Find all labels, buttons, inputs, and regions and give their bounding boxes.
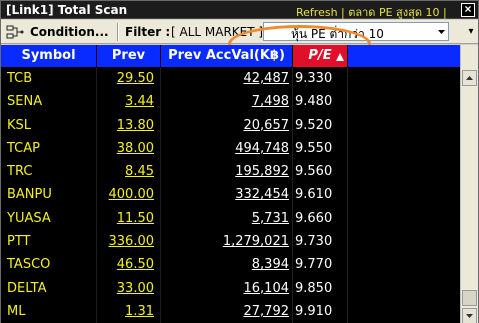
column-header-prev-accval[interactable]: Prev AccVal(K฿) xyxy=(161,45,293,67)
cell-prev-accval: 1,279,021 xyxy=(161,230,293,254)
table-row[interactable]: YUASA 11.50 5,731 9.660 xyxy=(1,206,460,231)
table-row[interactable]: TRC 8.45 195,892 9.560 xyxy=(1,160,460,184)
table-row[interactable]: TCB 29.50 42,487 9.330 xyxy=(1,67,460,91)
cell-symbol: ML xyxy=(1,299,97,323)
grid-header: Symbol Prev Prev AccVal(K฿) P/E xyxy=(1,45,460,67)
column-header-symbol[interactable]: Symbol xyxy=(1,45,97,67)
table-row[interactable]: PTT 336.00 1,279,021 9.730 xyxy=(1,230,460,254)
cell-empty xyxy=(348,90,460,113)
cell-empty xyxy=(348,137,460,160)
cell-prev-accval: 16,104 xyxy=(161,276,293,300)
column-header-pe[interactable]: P/E xyxy=(293,45,348,67)
cell-pe: 9.730 xyxy=(293,230,348,254)
table-row[interactable]: KSL 13.80 20,657 9.520 xyxy=(1,113,460,137)
toolbar-separator xyxy=(117,23,119,41)
window-title: [Link1] Total Scan xyxy=(6,3,128,17)
cell-pe: 9.770 xyxy=(293,253,348,277)
scroll-up-icon[interactable] xyxy=(462,70,477,86)
cell-prev: 1.31 xyxy=(97,299,161,323)
cell-symbol: TASCO xyxy=(1,253,97,277)
cell-empty xyxy=(348,114,460,137)
cell-empty xyxy=(348,253,460,276)
cell-empty xyxy=(348,230,460,253)
cell-prev: 3.44 xyxy=(97,90,161,114)
cell-empty xyxy=(348,183,460,206)
cell-pe: 9.660 xyxy=(293,206,348,231)
sort-ascending-icon xyxy=(336,53,344,61)
cell-prev: 400.00 xyxy=(97,183,161,207)
cell-pe: 9.560 xyxy=(293,160,348,184)
table-row[interactable]: ML 1.31 27,792 9.910 xyxy=(1,299,460,323)
table-row[interactable]: TASCO 46.50 8,394 9.770 xyxy=(1,253,460,277)
close-icon[interactable]: × xyxy=(461,3,475,17)
scroll-thumb[interactable] xyxy=(462,290,477,306)
title-watermark: Refresh | ตลาด PE สูงสุด 10 | xyxy=(296,6,447,19)
table-row[interactable]: BANPU 400.00 332,454 9.610 xyxy=(1,183,460,207)
cell-prev: 29.50 xyxy=(97,67,161,91)
cell-prev-accval: 42,487 xyxy=(161,67,293,91)
toolbar-overflow-button[interactable]: ▾ xyxy=(465,22,477,41)
column-header-prev[interactable]: Prev xyxy=(97,45,161,67)
condition-button[interactable]: Condition... xyxy=(6,22,110,42)
dropdown-arrow-icon[interactable] xyxy=(437,27,446,36)
cell-symbol: BANPU xyxy=(1,183,97,207)
table-row[interactable]: DELTA 33.00 16,104 9.850 xyxy=(1,276,460,300)
cell-symbol: TCAP xyxy=(1,136,97,161)
cell-prev-accval: 7,498 xyxy=(161,90,293,114)
cell-symbol: KSL xyxy=(1,113,97,137)
toolbar: Condition... Filter : [ ALL MARKET ] หุ้… xyxy=(1,20,478,63)
pe-header-label: P/E xyxy=(308,48,332,63)
cell-prev: 38.00 xyxy=(97,136,161,161)
cell-pe: 9.910 xyxy=(293,299,348,323)
cell-prev-accval: 494,748 xyxy=(161,136,293,161)
table-row[interactable]: TCAP 38.00 494,748 9.550 xyxy=(1,136,460,161)
cell-prev: 33.00 xyxy=(97,276,161,300)
table-row[interactable]: SENA 3.44 7,498 9.480 xyxy=(1,90,460,114)
column-header-empty xyxy=(348,45,460,67)
cell-prev: 11.50 xyxy=(97,206,161,231)
scroll-down-icon[interactable] xyxy=(462,308,477,323)
cell-prev: 336.00 xyxy=(97,230,161,254)
cell-pe: 9.480 xyxy=(293,90,348,114)
cell-symbol: TRC xyxy=(1,160,97,184)
cell-prev-accval: 20,657 xyxy=(161,113,293,137)
cell-prev-accval: 332,454 xyxy=(161,183,293,207)
cell-empty xyxy=(348,160,460,183)
cell-pe: 9.550 xyxy=(293,136,348,161)
cell-pe: 9.610 xyxy=(293,183,348,207)
cell-symbol: SENA xyxy=(1,90,97,114)
cell-prev-accval: 5,731 xyxy=(161,206,293,231)
total-scan-window: [Link1] Total Scan Refresh | ตลาด PE สูง… xyxy=(0,0,479,323)
condition-label: Condition... xyxy=(30,25,109,39)
cell-prev: 13.80 xyxy=(97,113,161,137)
cell-empty xyxy=(348,207,460,230)
cell-symbol: TCB xyxy=(1,67,97,91)
cell-prev-accval: 195,892 xyxy=(161,160,293,184)
cell-prev: 8.45 xyxy=(97,160,161,184)
cell-empty xyxy=(348,67,460,90)
cell-empty xyxy=(348,300,460,323)
cell-prev-accval: 8,394 xyxy=(161,253,293,277)
scan-results-grid: Symbol Prev Prev AccVal(K฿) P/E TCB 29.50… xyxy=(1,45,460,323)
cell-empty xyxy=(348,277,460,300)
cell-pe: 9.850 xyxy=(293,276,348,300)
cell-prev: 46.50 xyxy=(97,253,161,277)
cell-pe: 9.520 xyxy=(293,113,348,137)
grid-rows: TCB 29.50 42,487 9.330 SENA 3.44 7,498 9.480 KSL… xyxy=(1,67,460,323)
cell-pe: 9.330 xyxy=(293,67,348,91)
cell-symbol: YUASA xyxy=(1,206,97,231)
vertical-scrollbar[interactable] xyxy=(460,45,478,323)
title-bar: [Link1] Total Scan Refresh | ตลาด PE สูง… xyxy=(1,1,478,19)
filter-label: Filter : xyxy=(125,25,171,39)
cell-prev-accval: 27,792 xyxy=(161,299,293,323)
condition-icon xyxy=(6,25,24,39)
cell-symbol: DELTA xyxy=(1,276,97,300)
cell-symbol: PTT xyxy=(1,230,97,254)
